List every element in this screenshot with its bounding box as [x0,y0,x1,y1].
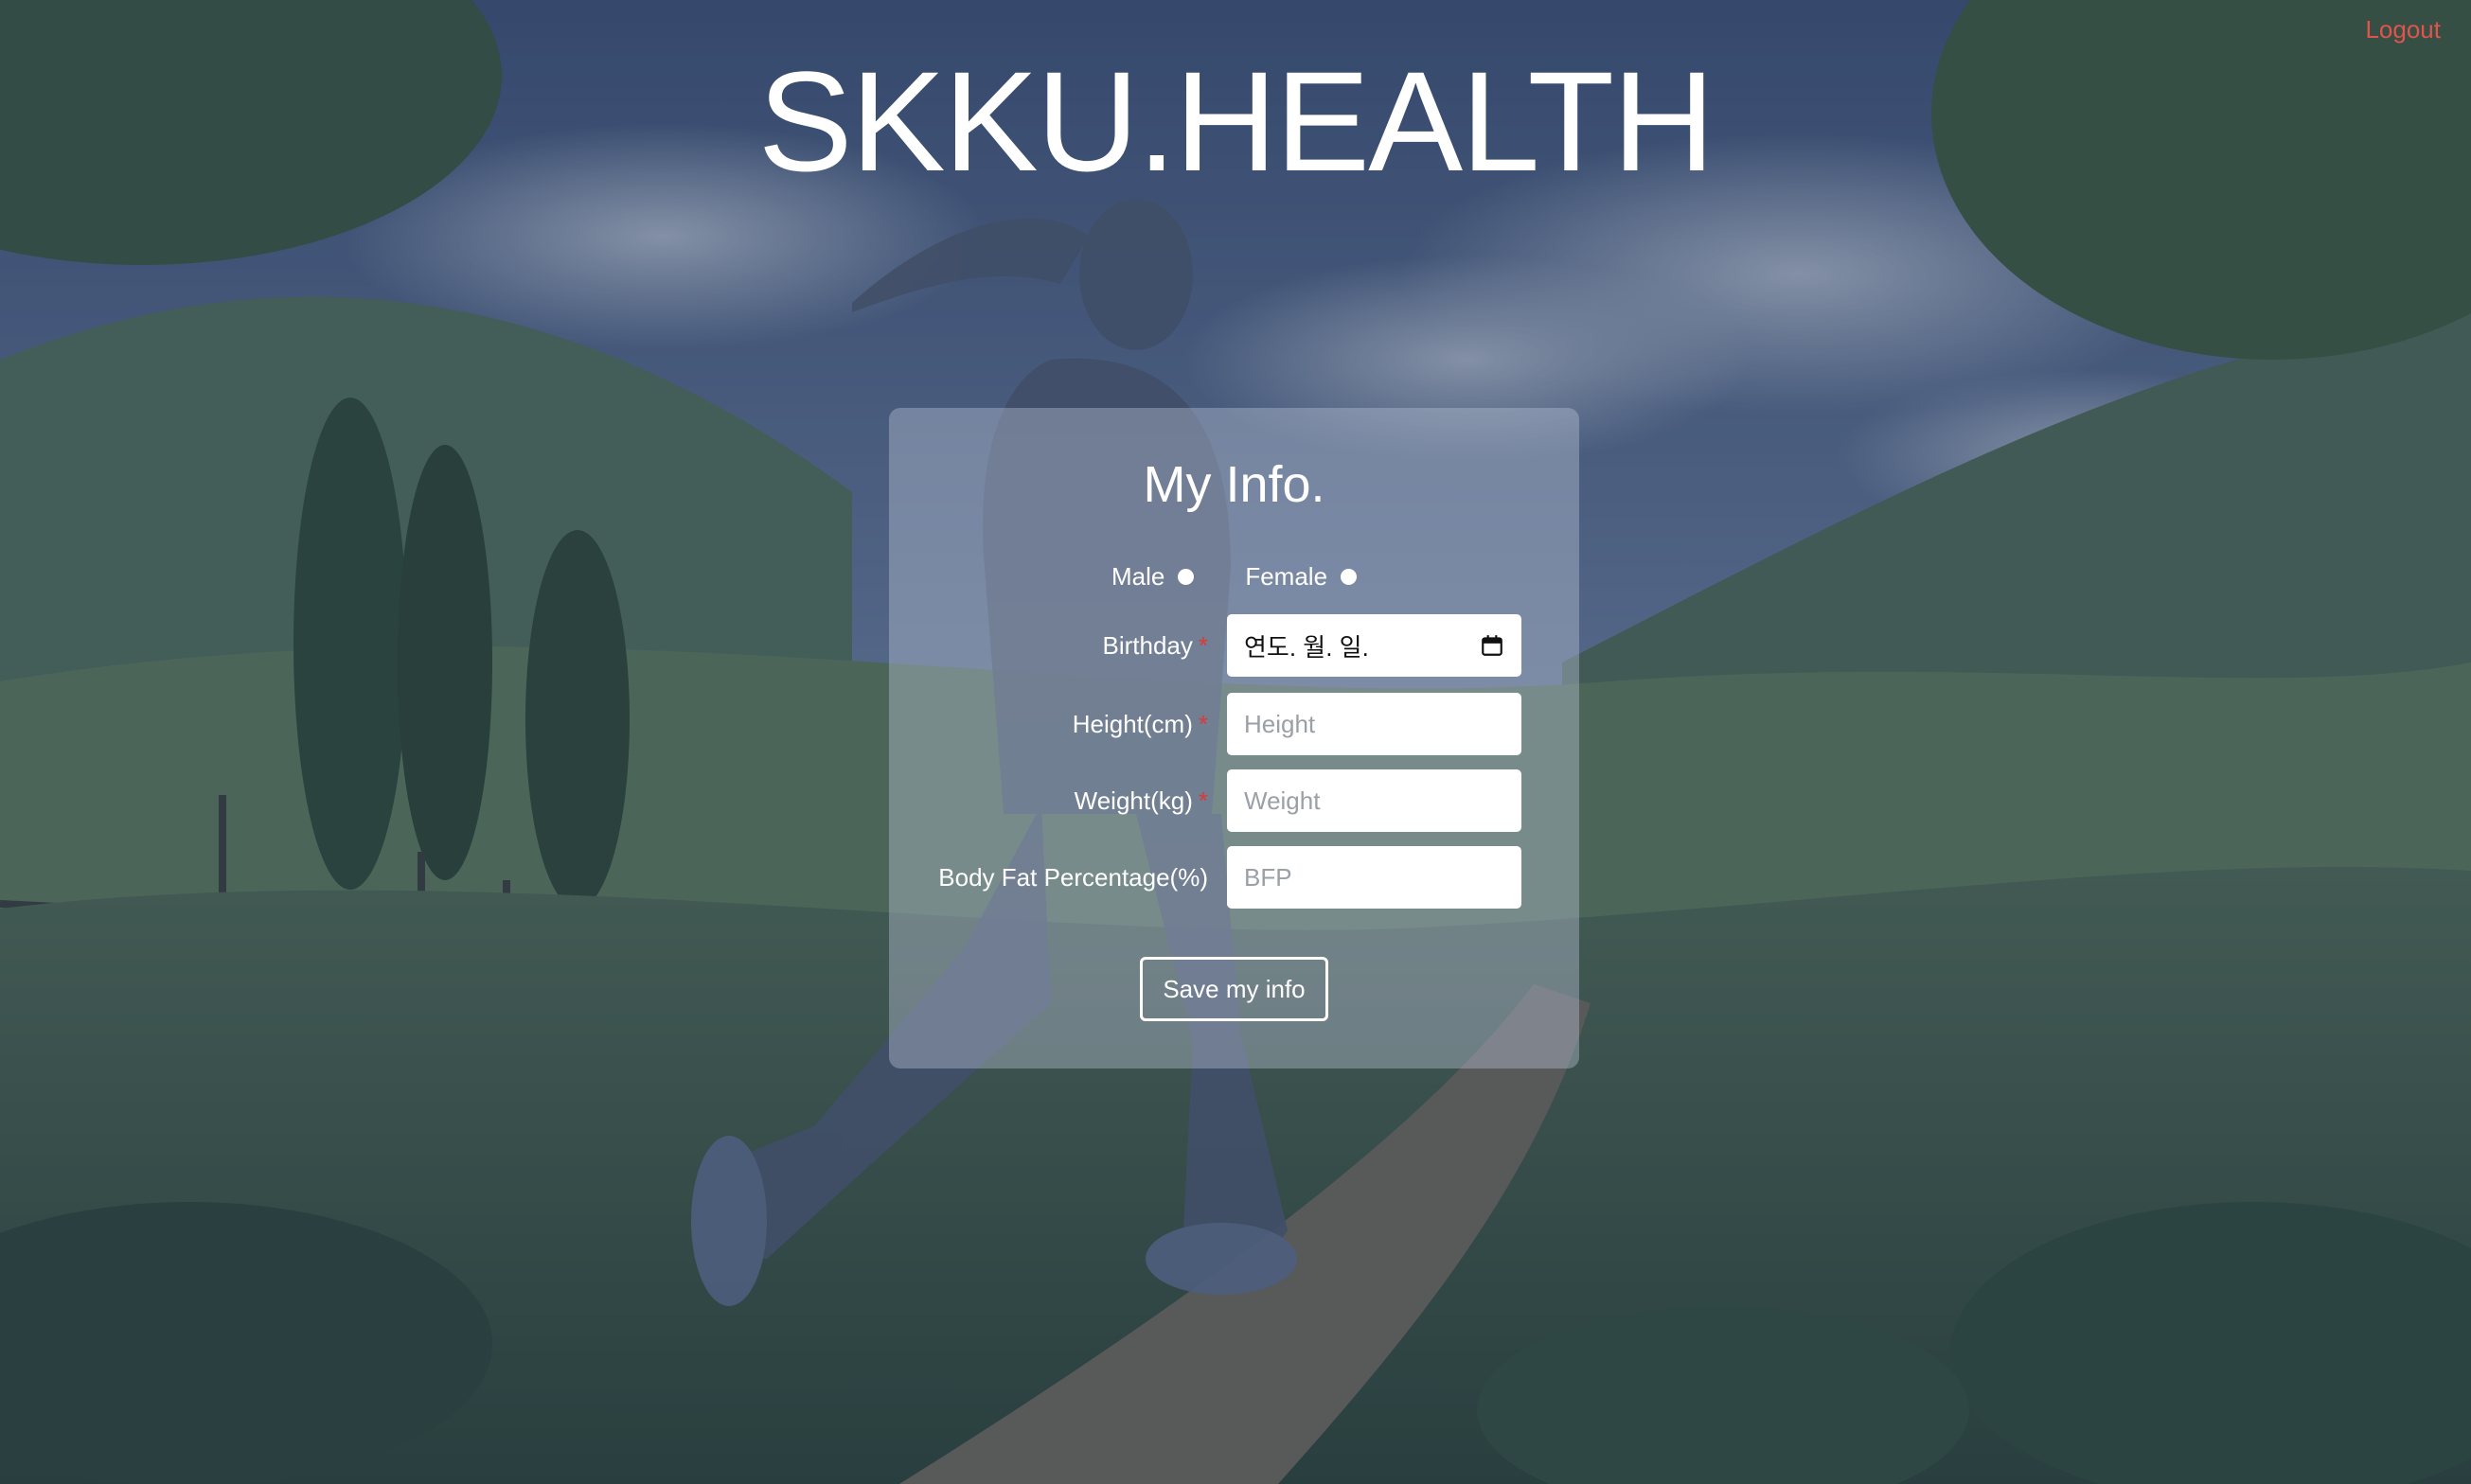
my-info-card: My Info. Male Female Birthday * 연도. 월. 일. [889,408,1579,1069]
gender-radio-group: Male Female [889,562,1579,592]
weight-input[interactable] [1227,769,1521,832]
weight-row: Weight(kg) * [889,769,1579,832]
bfp-label: Body Fat Percentage(%) [938,846,1208,909]
gender-male-option[interactable]: Male [1111,562,1195,592]
height-label-text: Height(cm) [1072,710,1193,738]
birthday-date-input[interactable]: 연도. 월. 일. [1227,614,1521,677]
birthday-row: Birthday * 연도. 월. 일. [889,614,1579,677]
gender-male-radio[interactable] [1178,569,1195,585]
bfp-input[interactable] [1227,846,1521,909]
bfp-row: Body Fat Percentage(%) [889,846,1579,909]
weight-required-mark: * [1198,786,1208,815]
page: Logout SKKU.HEALTH My Info. Male Female … [0,0,2471,1484]
height-label: Height(cm) * [1073,693,1208,755]
calendar-icon[interactable] [1480,633,1504,658]
gender-male-label: Male [1111,562,1165,591]
gender-female-radio[interactable] [1341,569,1358,585]
birthday-label-text: Birthday [1102,631,1193,660]
gender-female-label: Female [1245,562,1328,591]
bfp-label-text: Body Fat Percentage(%) [938,863,1208,892]
birthday-required-mark: * [1198,631,1208,660]
save-my-info-button[interactable]: Save my info [1140,957,1328,1021]
height-row: Height(cm) * [889,693,1579,755]
height-input[interactable] [1227,693,1521,755]
height-required-mark: * [1198,710,1208,738]
gender-female-option[interactable]: Female [1245,562,1358,592]
weight-label-text: Weight(kg) [1074,786,1193,815]
site-title: SKKU.HEALTH [757,42,1715,201]
birthday-date-value: 연도. 월. 일. [1244,632,1369,662]
form-title: My Info. [1143,456,1325,513]
birthday-label: Birthday * [1102,614,1208,677]
weight-label: Weight(kg) * [1075,769,1208,832]
